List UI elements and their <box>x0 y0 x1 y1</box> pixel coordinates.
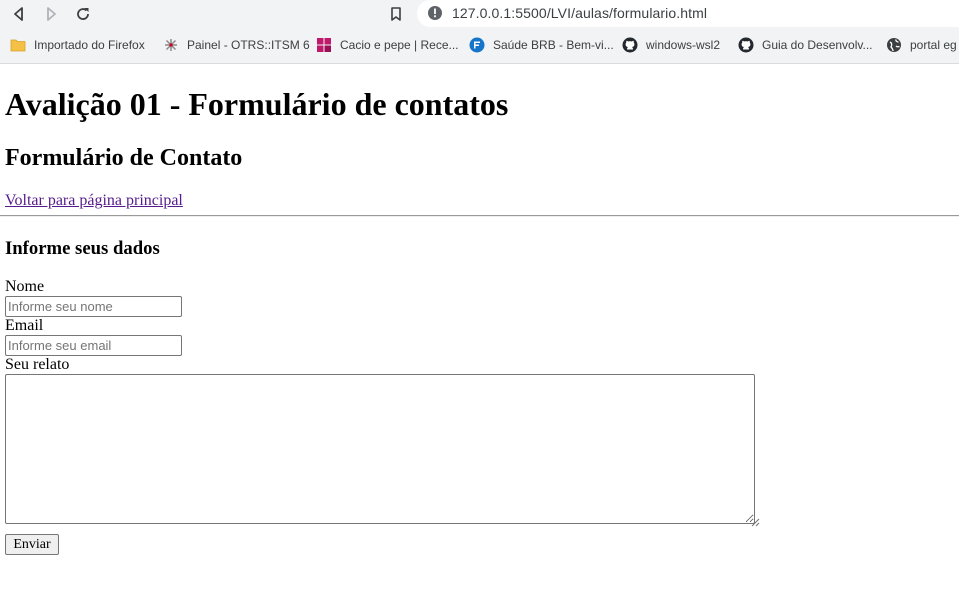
folder-icon <box>10 37 26 53</box>
bookmark-item-portal[interactable]: portal eg <box>886 35 957 55</box>
relato-label: Seu relato <box>5 356 70 373</box>
recipe-icon <box>316 37 332 53</box>
info-icon[interactable] <box>427 5 443 21</box>
relato-textarea[interactable] <box>5 374 755 524</box>
saude-icon <box>469 37 485 53</box>
bookmark-item-guia[interactable]: Guia do Desenvolv... <box>738 35 873 55</box>
address-bar[interactable]: 127.0.0.1:5500/LVI/aulas/formulario.html <box>417 0 959 27</box>
section-title: Informe seus dados <box>5 238 160 259</box>
bookmark-item-cacio[interactable]: Cacio e pepe | Rece... <box>316 35 459 55</box>
back-to-home-link[interactable]: Voltar para página principal <box>5 191 183 211</box>
bookmark-label: portal eg <box>910 38 957 52</box>
bookmarks-bar: Importado do Firefox Painel - OTRS::ITSM… <box>0 33 959 57</box>
url-text: 127.0.0.1:5500/LVI/aulas/formulario.html <box>452 5 708 21</box>
page-title: Avalição 01 - Formulário de contatos <box>5 86 509 122</box>
forward-arrow-icon <box>47 7 56 21</box>
back-arrow-icon <box>14 7 23 21</box>
bookmark-item-wsl2[interactable]: windows-wsl2 <box>622 35 720 55</box>
bookmark-label: Importado do Firefox <box>34 38 145 52</box>
bookmark-item-saude[interactable]: Saúde BRB - Bem-vi... <box>469 35 614 55</box>
bookmark-item-otrs[interactable]: Painel - OTRS::ITSM 6 <box>163 35 310 55</box>
bookmark-label: Painel - OTRS::ITSM 6 <box>187 38 310 52</box>
bookmark-icon <box>391 7 401 21</box>
email-label: Email <box>5 317 44 334</box>
bookmark-label: Cacio e pepe | Rece... <box>340 38 459 52</box>
browser-toolbar: 127.0.0.1:5500/LVI/aulas/formulario.html <box>0 0 959 27</box>
otrs-icon <box>163 37 179 53</box>
globe-icon <box>886 37 902 53</box>
email-field[interactable] <box>5 335 182 356</box>
page-subtitle: Formulário de Contato <box>5 145 243 171</box>
submit-button[interactable]: Enviar <box>5 534 59 555</box>
reload-icon <box>77 8 89 20</box>
bookmark-label: Saúde BRB - Bem-vi... <box>493 38 614 52</box>
name-label: Nome <box>5 278 45 295</box>
reload-button[interactable] <box>72 3 94 25</box>
bookmark-item-importado[interactable]: Importado do Firefox <box>10 35 145 55</box>
github-icon <box>738 37 754 53</box>
bookmark-label: Guia do Desenvolv... <box>762 38 873 52</box>
page-content: Avalição 01 - Formulário de contatos For… <box>0 64 959 614</box>
name-field[interactable] <box>5 296 182 317</box>
divider <box>0 215 959 217</box>
bookmark-page-button[interactable] <box>385 3 407 25</box>
github-icon <box>622 37 638 53</box>
forward-button[interactable] <box>40 3 62 25</box>
bookmark-label: windows-wsl2 <box>646 38 721 52</box>
back-button[interactable] <box>8 3 30 25</box>
browser-chrome: 127.0.0.1:5500/LVI/aulas/formulario.html… <box>0 0 959 64</box>
